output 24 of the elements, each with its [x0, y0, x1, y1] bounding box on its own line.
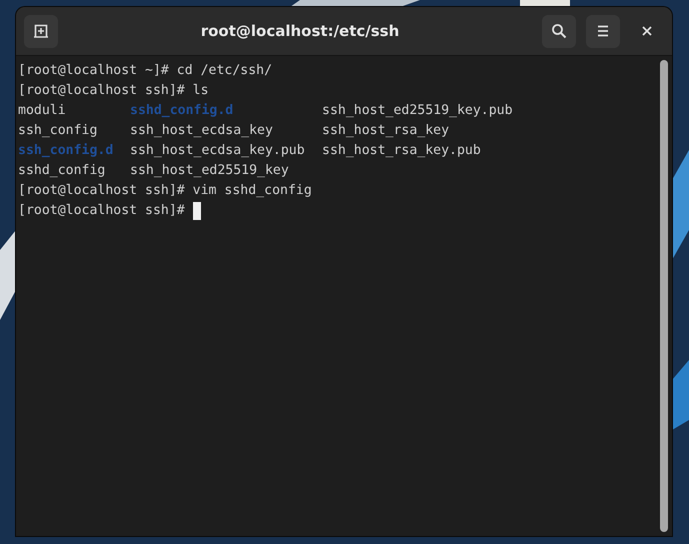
file-name: ssh_config — [18, 122, 98, 140]
file-name: sshd_config — [18, 162, 106, 180]
file-name: ssh_host_ecdsa_key.pub — [130, 142, 306, 160]
terminal-line: [root@localhost ssh]# ls — [18, 82, 209, 100]
scrollbar[interactable] — [660, 60, 668, 532]
directory-name: sshd_config.d — [130, 102, 234, 120]
window-title: root@localhost:/etc/ssh — [200, 22, 400, 40]
terminal-line: [root@localhost ssh]# vim sshd_config — [18, 182, 312, 200]
new-tab-button[interactable] — [24, 14, 58, 48]
file-name: moduli — [18, 102, 67, 120]
terminal-line: [root@localhost ~]# cd /etc/ssh/ — [18, 62, 272, 80]
terminal-line: [root@localhost ssh]# — [18, 202, 185, 220]
new-tab-icon — [33, 23, 49, 39]
file-name: ssh_host_ed25519_key — [130, 162, 290, 180]
menu-icon — [596, 25, 610, 37]
menu-button[interactable] — [586, 14, 620, 48]
file-name: ssh_host_rsa_key — [322, 122, 450, 140]
file-name: ssh_host_ed25519_key.pub — [322, 102, 514, 120]
directory-name: ssh_config.d — [18, 142, 114, 160]
search-button[interactable] — [542, 14, 576, 48]
file-name: ssh_host_rsa_key.pub — [322, 142, 482, 160]
close-icon — [642, 26, 652, 36]
file-name: ssh_host_ecdsa_key — [130, 122, 274, 140]
search-icon — [551, 23, 567, 39]
